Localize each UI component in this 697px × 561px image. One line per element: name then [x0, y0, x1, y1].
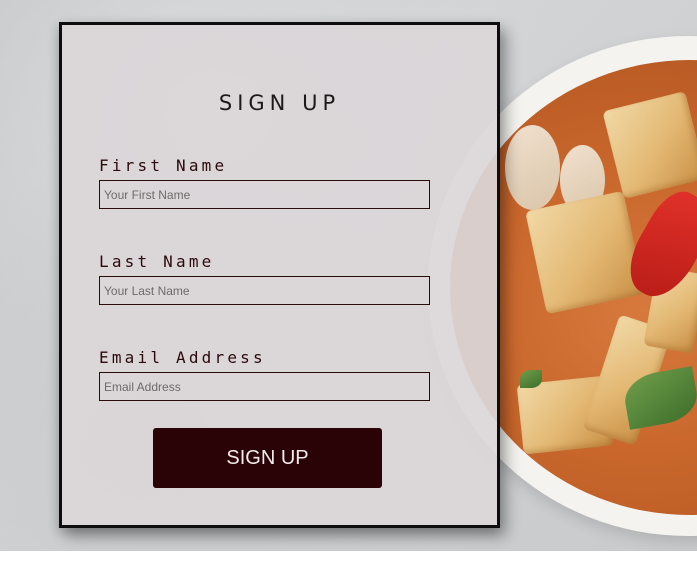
tofu-piece: [525, 190, 645, 315]
signup-card: SIGN UP First Name Last Name Email Addre…: [59, 22, 500, 528]
page-bottom-edge: [0, 551, 697, 561]
sign-up-button[interactable]: SIGN UP: [153, 428, 382, 488]
onion-piece: [505, 125, 560, 210]
form-title: SIGN UP: [218, 91, 341, 115]
first-name-input[interactable]: [99, 180, 430, 209]
basil-leaf: [520, 370, 542, 388]
email-label: Email Address: [99, 348, 266, 367]
last-name-label: Last Name: [99, 252, 215, 271]
last-name-input[interactable]: [99, 276, 430, 305]
first-name-label: First Name: [99, 156, 228, 175]
email-input[interactable]: [99, 372, 430, 401]
